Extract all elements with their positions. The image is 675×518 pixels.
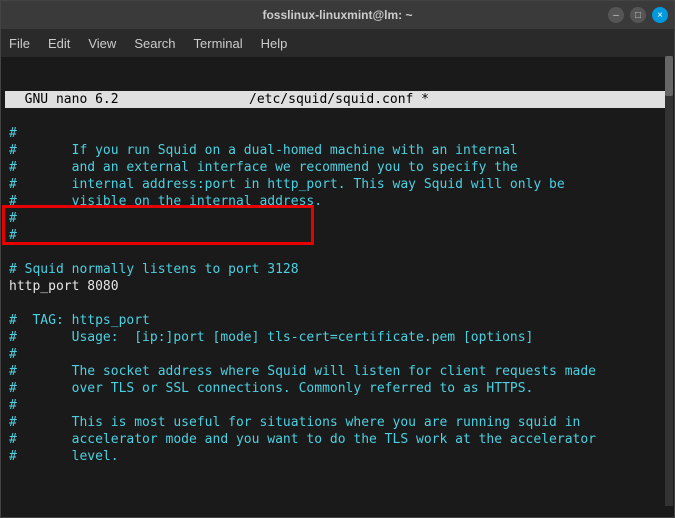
titlebar: fosslinux-linuxmint@lm: ~ – □ × xyxy=(1,1,674,29)
code-line: # xyxy=(9,126,17,141)
menu-file[interactable]: File xyxy=(9,36,30,51)
nano-header: GNU nano 6.2 /etc/squid/squid.conf * xyxy=(5,91,670,108)
code-line: # and an external interface we recommend… xyxy=(9,160,518,175)
code-line: # internal address:port in http_port. Th… xyxy=(9,177,565,192)
menu-help[interactable]: Help xyxy=(261,36,288,51)
nano-version: GNU nano 6.2 xyxy=(9,91,249,108)
menu-edit[interactable]: Edit xyxy=(48,36,70,51)
window-controls: – □ × xyxy=(608,7,668,23)
code-line: # level. xyxy=(9,449,119,464)
code-line: # xyxy=(9,347,17,362)
code-line: # If you run Squid on a dual-homed machi… xyxy=(9,143,518,158)
menu-view[interactable]: View xyxy=(88,36,116,51)
code-line: # xyxy=(9,228,17,243)
code-line: # over TLS or SSL connections. Commonly … xyxy=(9,381,533,396)
code-line: http_port 8080 xyxy=(9,279,119,294)
code-line: # xyxy=(9,398,17,413)
maximize-button[interactable]: □ xyxy=(630,7,646,23)
terminal-window: fosslinux-linuxmint@lm: ~ – □ × File Edi… xyxy=(0,0,675,518)
code-line: # Squid normally listens to port 3128 xyxy=(9,262,299,277)
minimize-button[interactable]: – xyxy=(608,7,624,23)
scrollbar-thumb[interactable] xyxy=(665,56,673,96)
menu-search[interactable]: Search xyxy=(134,36,175,51)
code-line: # The socket address where Squid will li… xyxy=(9,364,596,379)
menubar: File Edit View Search Terminal Help xyxy=(1,29,674,57)
highlight-rectangle xyxy=(2,205,314,245)
code-line: # visible on the internal address. xyxy=(9,194,322,209)
close-button[interactable]: × xyxy=(652,7,668,23)
code-line: # This is most useful for situations whe… xyxy=(9,415,580,430)
nano-filename: /etc/squid/squid.conf * xyxy=(249,91,666,108)
terminal-content[interactable]: GNU nano 6.2 /etc/squid/squid.conf * # #… xyxy=(1,57,674,517)
window-title: fosslinux-linuxmint@lm: ~ xyxy=(262,8,412,22)
code-line: # TAG: https_port xyxy=(9,313,150,328)
code-line: # accelerator mode and you want to do th… xyxy=(9,432,596,447)
scrollbar[interactable] xyxy=(665,56,673,506)
code-line: # Usage: [ip:]port [mode] tls-cert=certi… xyxy=(9,330,533,345)
code-line: # xyxy=(9,211,17,226)
menu-terminal[interactable]: Terminal xyxy=(194,36,243,51)
